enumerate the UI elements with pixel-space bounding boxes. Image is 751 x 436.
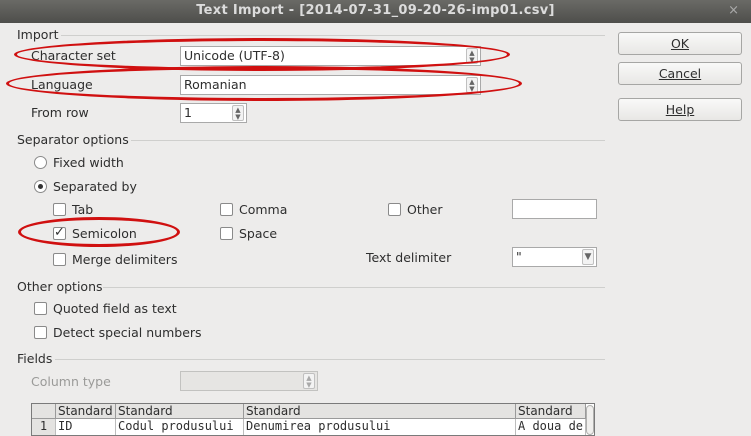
detect-special-numbers-checkbox[interactable] [34, 326, 47, 339]
fields-preview-table[interactable]: Standard Standard Standard Standard 1 ID… [31, 403, 595, 436]
table-cell[interactable]: Denumirea produsului [244, 419, 516, 435]
quoted-field-label[interactable]: Quoted field as text [53, 301, 177, 316]
title-bar: Text Import - [2014-07-31_09-20-26-imp01… [0, 0, 751, 23]
separator-options-heading: Separator options [17, 132, 129, 147]
detect-special-numbers-label[interactable]: Detect special numbers [53, 325, 202, 340]
comma-label[interactable]: Comma [239, 202, 287, 217]
divider [55, 359, 605, 360]
other-checkbox[interactable] [388, 203, 401, 216]
window-title: Text Import - [2014-07-31_09-20-26-imp01… [196, 3, 555, 18]
fixed-width-label[interactable]: Fixed width [53, 155, 124, 170]
text-delimiter-label: Text delimiter [366, 250, 452, 265]
row-number: 1 [32, 419, 56, 435]
comma-checkbox[interactable] [220, 203, 233, 216]
row-number-header [32, 404, 56, 419]
separated-by-radio[interactable] [34, 180, 47, 193]
divider [61, 35, 605, 36]
quoted-field-checkbox[interactable] [34, 302, 47, 315]
spinner-arrows-icon[interactable]: ▲ ▼ [232, 105, 244, 121]
column-header[interactable]: Standard [56, 404, 116, 419]
import-heading: Import [17, 27, 59, 42]
semicolon-checkbox[interactable] [53, 225, 66, 240]
chevron-updown-icon[interactable]: ▲ ▼ [303, 373, 315, 389]
column-type-select[interactable]: ▲ ▼ [180, 371, 318, 391]
semicolon-label[interactable]: Semicolon [72, 226, 137, 241]
column-header[interactable]: Standard [516, 404, 586, 419]
tab-label[interactable]: Tab [72, 202, 93, 217]
table-cell[interactable]: A doua de [516, 419, 586, 435]
from-row-spinner[interactable]: 1 ▲ ▼ [180, 103, 247, 123]
space-checkbox[interactable] [220, 227, 233, 240]
text-delimiter-select[interactable]: " ▼ [512, 247, 597, 267]
tab-checkbox[interactable] [53, 203, 66, 216]
other-options-heading: Other options [17, 279, 103, 294]
help-button[interactable]: Help [618, 98, 742, 121]
divider [103, 287, 605, 288]
merge-delimiters-checkbox[interactable] [53, 253, 66, 266]
space-label[interactable]: Space [239, 226, 277, 241]
fields-heading: Fields [17, 351, 53, 366]
vertical-scrollbar[interactable] [586, 405, 594, 435]
fixed-width-radio[interactable] [34, 156, 47, 169]
column-type-label: Column type [31, 374, 111, 389]
ok-button[interactable]: OK [618, 32, 742, 55]
merge-delimiters-label[interactable]: Merge delimiters [72, 252, 177, 267]
divider [131, 140, 605, 141]
other-label[interactable]: Other [407, 202, 443, 217]
table-cell[interactable]: ID [56, 419, 116, 435]
from-row-label: From row [31, 105, 89, 120]
other-separator-input[interactable] [512, 199, 597, 219]
close-icon[interactable]: × [728, 3, 739, 18]
text-delimiter-value: " [516, 249, 522, 264]
highlight-oval-language [6, 66, 522, 101]
table-cell[interactable]: Codul produsului [116, 419, 244, 435]
column-header[interactable]: Standard [116, 404, 244, 419]
chevron-down-icon[interactable]: ▼ [582, 249, 594, 265]
cancel-button[interactable]: Cancel [618, 62, 742, 85]
column-header[interactable]: Standard [244, 404, 516, 419]
from-row-value: 1 [184, 105, 192, 120]
separated-by-label[interactable]: Separated by [53, 179, 137, 194]
